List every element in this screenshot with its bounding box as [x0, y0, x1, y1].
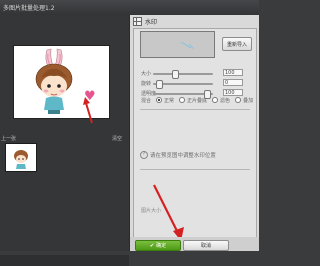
radio-dot-icon: [156, 97, 163, 103]
slider-rotate-label: 旋转: [141, 81, 152, 87]
window-title: 多图片批量处理1.2: [3, 5, 55, 12]
slider-opacity-value[interactable]: 100: [223, 89, 243, 96]
blend-option-overlay[interactable]: 叠加: [235, 97, 253, 104]
blend-option-screen[interactable]: 滤色: [212, 97, 230, 104]
blend-option-multiply[interactable]: 正片叠底: [179, 97, 207, 104]
radio-dot-icon: [235, 97, 242, 103]
watermark-preview-image: [180, 41, 195, 50]
instruction-label: 请在预览图中调整水印位置: [150, 153, 216, 159]
watermark-settings: 重新导入 大小 100 旋转 0 透明度 100 混合 正常 正片叠底 滤色 叠…: [133, 28, 259, 241]
title-bar: 多图片批量处理1.2: [0, 0, 259, 16]
slider-rotate-value[interactable]: 0: [223, 79, 243, 86]
dialog-footer: ✔ 确定 取消: [130, 237, 259, 251]
preview-pane: ♥ 上一张 清空: [0, 15, 130, 266]
reimport-button[interactable]: 重新导入: [222, 37, 252, 51]
clear-button[interactable]: 清空: [112, 135, 122, 142]
watermark-header-label: 水印: [145, 18, 158, 26]
blend-mode-group: 混合 正常 正片叠底 滤色 叠加: [141, 96, 259, 104]
radio-dot-icon: [212, 97, 219, 103]
ok-button[interactable]: ✔ 确定: [135, 240, 181, 251]
blend-option-normal[interactable]: 正常: [156, 97, 174, 104]
prev-image-button[interactable]: 上一张: [1, 135, 16, 142]
watermark-preview: [140, 31, 215, 58]
cancel-button[interactable]: 取消: [183, 240, 229, 251]
divider: [140, 109, 250, 110]
slider-size[interactable]: 大小 100: [134, 69, 256, 79]
slider-size-track[interactable]: [153, 73, 213, 75]
annotation-arrow-icon: [153, 184, 184, 241]
slider-rotate-knob[interactable]: [156, 80, 163, 89]
thumbnail-image: [6, 144, 36, 171]
left-bottom-strip: [0, 255, 129, 266]
radio-dot-icon: [179, 97, 186, 103]
divider: [140, 169, 250, 170]
annotation-arrow-icon: [83, 97, 93, 124]
ok-button-label: 确定: [156, 243, 167, 249]
blend-mode-label: 混合: [141, 97, 152, 104]
slider-size-label: 大小: [141, 71, 152, 77]
slider-rotate[interactable]: 旋转 0: [134, 79, 256, 89]
collapse-icon[interactable]: [133, 16, 142, 26]
help-icon: ?: [140, 151, 148, 159]
instruction-text: ? 请在预览图中调整水印位置: [140, 151, 216, 159]
watermark-panel: 水印 重新导入 大小 100 旋转 0 透明度 100 混合 正常 正片叠底 滤…: [130, 15, 259, 251]
check-icon: ✔: [149, 242, 155, 249]
slider-size-knob[interactable]: [172, 70, 179, 79]
slider-size-value[interactable]: 100: [223, 69, 243, 76]
watermark-header[interactable]: 水印: [130, 15, 259, 27]
thumbnail-item[interactable]: [5, 143, 37, 172]
